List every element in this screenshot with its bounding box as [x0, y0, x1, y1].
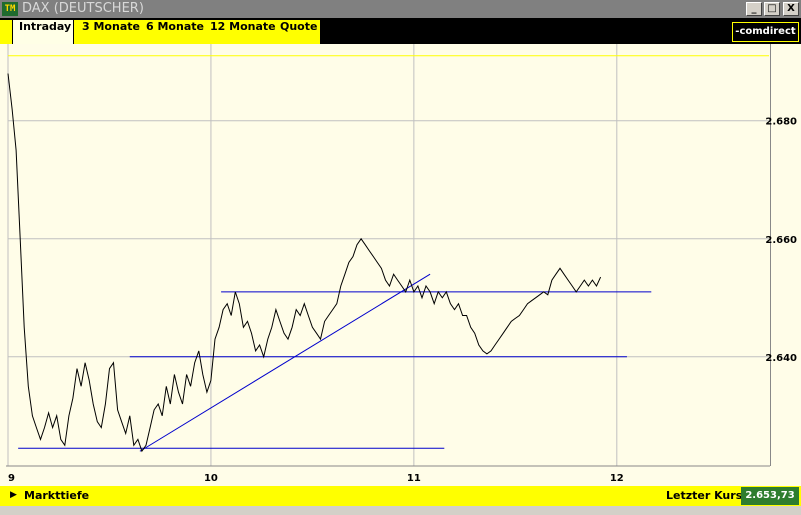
- y-tick-label: 2.680: [765, 117, 797, 128]
- last-price-value: 2.653,73: [741, 487, 799, 505]
- y-axis-ticks: 2.640 2.660 2.680: [765, 117, 797, 364]
- y-tick-label: 2.660: [765, 235, 797, 246]
- y-tick-label: 2.640: [765, 353, 797, 364]
- price-line: [7, 73, 602, 453]
- markttiefe-link[interactable]: Markttiefe: [24, 489, 89, 502]
- intraday-chart: 2.640 2.660 2.680 9 10 11 12: [6, 44, 797, 484]
- chart-grid: [7, 44, 769, 466]
- markttiefe-arrow-icon[interactable]: ▶: [10, 490, 17, 500]
- last-price-label: Letzter Kurs: [666, 489, 743, 502]
- window-bottom-border: [0, 506, 801, 515]
- x-tick-label: 11: [407, 473, 421, 484]
- trend-line: [139, 273, 431, 452]
- x-tick-label: 10: [204, 473, 218, 484]
- x-tick-label: 9: [8, 473, 15, 484]
- x-tick-label: 12: [610, 473, 624, 484]
- x-axis-ticks: 9 10 11 12: [8, 473, 624, 484]
